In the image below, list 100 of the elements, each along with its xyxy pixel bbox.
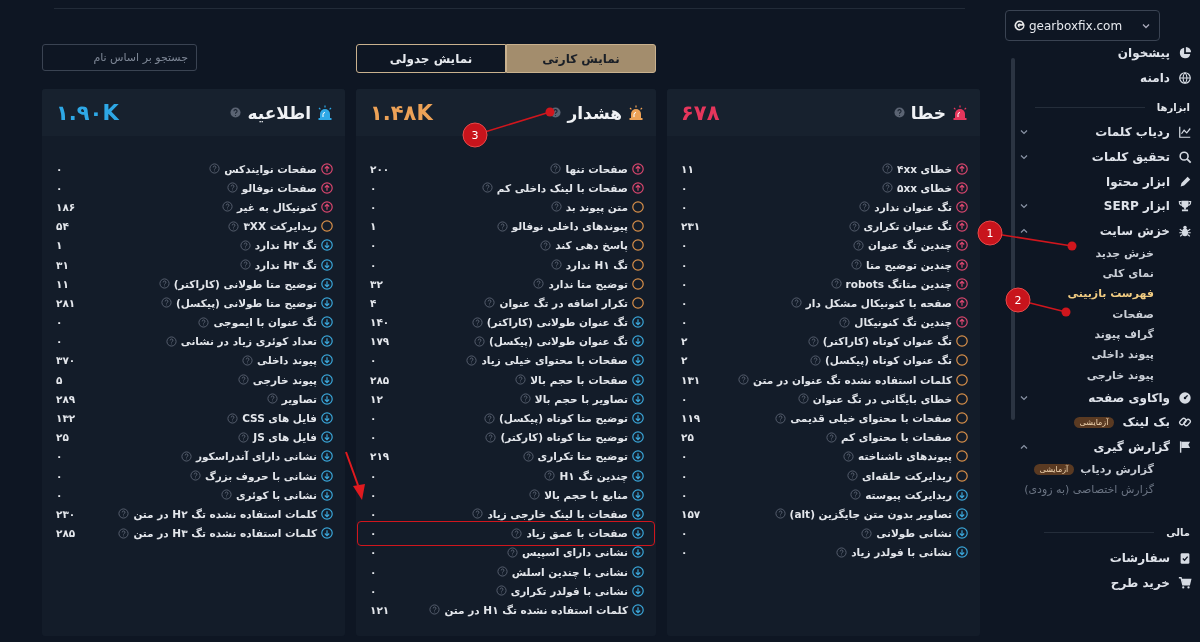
- issue-label[interactable]: تصاویر بدون متن جایگزین (alt): [789, 507, 952, 520]
- issue-label[interactable]: منابع با حجم بالا: [544, 488, 628, 501]
- issue-label[interactable]: پیوند خارجی: [252, 373, 317, 386]
- nav-subitem[interactable]: گراف پیوند: [1094, 328, 1154, 341]
- issue-label[interactable]: تگ عنوان طولانی (کاراکتر): [486, 316, 628, 329]
- help-icon[interactable]: [118, 508, 130, 520]
- help-icon[interactable]: [853, 239, 865, 251]
- issue-label[interactable]: فایل های CSS: [242, 412, 317, 425]
- help-icon[interactable]: [495, 585, 507, 597]
- nav-item[interactable]: خرید طرح: [1005, 570, 1192, 595]
- issue-label[interactable]: صفحات با محتوای کم: [840, 431, 952, 444]
- nav-subitem[interactable]: خزش جدید: [1095, 246, 1154, 260]
- nav-item[interactable]: واکاوی صفحه: [1005, 385, 1192, 410]
- help-icon[interactable]: [550, 163, 562, 175]
- help-icon[interactable]: [238, 431, 250, 443]
- issue-label[interactable]: نشانی با کوئری: [235, 488, 317, 501]
- issue-label[interactable]: توضیح متا ندارد: [548, 277, 628, 290]
- issue-label[interactable]: خطای ۴xx: [897, 162, 952, 175]
- nav-item[interactable]: ابزار محتوا: [1005, 169, 1192, 194]
- help-icon[interactable]: [790, 297, 802, 309]
- issue-label[interactable]: پیوند داخلی: [257, 354, 317, 367]
- issue-label[interactable]: تگ عنوان طولانی (پیکسل): [488, 335, 628, 348]
- help-icon[interactable]: [181, 450, 192, 462]
- help-icon[interactable]: [836, 546, 848, 558]
- issue-label[interactable]: تصاویر: [281, 392, 317, 405]
- help-icon[interactable]: [738, 374, 749, 386]
- issue-label[interactable]: تگ عنوان ندارد: [874, 200, 952, 213]
- help-icon[interactable]: [882, 163, 893, 175]
- help-icon[interactable]: [797, 393, 809, 405]
- help-icon[interactable]: [496, 566, 508, 578]
- help-icon[interactable]: [893, 107, 905, 118]
- issue-label[interactable]: فایل های JS: [253, 431, 317, 444]
- issue-label[interactable]: تگ عنوان تکراری: [863, 220, 952, 233]
- issue-label[interactable]: توضیح متا کوتاه (کارکتر): [500, 431, 628, 444]
- nav-item[interactable]: ابزار SERP: [1005, 193, 1192, 219]
- nav-item[interactable]: خزش سایت: [1005, 218, 1192, 244]
- help-icon[interactable]: [529, 489, 541, 501]
- view-tab[interactable]: نمایش جدولی: [356, 44, 506, 73]
- issue-label[interactable]: پیوندهای ناشناخته: [858, 450, 952, 463]
- help-icon[interactable]: [226, 182, 238, 194]
- issue-label[interactable]: تگ H۲ ندارد: [254, 239, 317, 252]
- nav-subitem[interactable]: صفحات: [1112, 307, 1154, 321]
- issue-label[interactable]: نشانی با فولدر تکراری: [510, 584, 628, 597]
- help-icon[interactable]: [830, 278, 842, 290]
- help-icon[interactable]: [239, 239, 251, 251]
- help-icon[interactable]: [118, 527, 130, 539]
- help-icon[interactable]: [861, 527, 873, 539]
- issue-label[interactable]: ریدایرکت پیوسته: [865, 488, 952, 501]
- help-icon[interactable]: [472, 508, 484, 520]
- help-icon[interactable]: [466, 354, 478, 366]
- help-icon[interactable]: [242, 354, 254, 366]
- issue-label[interactable]: کلمات استفاده نشده تگ H۳ در متن: [133, 527, 317, 540]
- nav-subitem[interactable]: پیوند خارجی: [1086, 368, 1154, 382]
- help-icon[interactable]: [540, 239, 552, 251]
- issue-label[interactable]: چندین تگ H۱: [559, 469, 628, 482]
- issue-label[interactable]: چندین توضیح متا: [866, 258, 952, 271]
- nav-item[interactable]: تحقیق کلمات: [1005, 144, 1192, 170]
- help-icon[interactable]: [882, 182, 893, 194]
- issue-label[interactable]: صفحات با لینک داخلی کم: [496, 181, 628, 194]
- help-icon[interactable]: [809, 354, 821, 366]
- issue-label[interactable]: تعداد کوئری زیاد در نشانی: [180, 335, 317, 348]
- issue-label[interactable]: توضیح متا طولانی (پیکسل): [175, 296, 317, 309]
- help-icon[interactable]: [519, 393, 531, 405]
- issue-label[interactable]: کلمات استفاده نشده تگ H۲ در متن: [133, 507, 317, 520]
- issue-label[interactable]: تگ H۳ ندارد: [254, 258, 317, 271]
- issue-label[interactable]: نشانی با چندین اسلش: [511, 565, 628, 578]
- nav-item[interactable]: گزارش گیری: [1005, 434, 1192, 459]
- help-icon[interactable]: [851, 259, 863, 271]
- help-icon[interactable]: [533, 278, 545, 290]
- issue-label[interactable]: توضیح متا طولانی (کاراکتر): [173, 277, 317, 290]
- help-icon[interactable]: [160, 297, 172, 309]
- issue-label[interactable]: صفحات با محتوای خیلی زیاد: [481, 354, 628, 367]
- issue-label[interactable]: تگ عنوان کوتاه (کاراکتر): [822, 335, 952, 348]
- help-icon[interactable]: [839, 316, 851, 328]
- help-icon[interactable]: [209, 163, 221, 175]
- issue-label[interactable]: تگ H۱ ندارد: [565, 258, 628, 271]
- nav-subitem[interactable]: پیوند داخلی: [1091, 348, 1154, 362]
- issue-label[interactable]: تکرار اضافه در تگ عنوان: [499, 296, 628, 309]
- issue-label[interactable]: صفحات با لینک خارجی زیاد: [487, 507, 628, 520]
- domain-selector[interactable]: gearboxfix.com: [1005, 10, 1160, 41]
- help-icon[interactable]: [515, 374, 527, 386]
- help-icon[interactable]: [158, 278, 170, 290]
- issue-label[interactable]: تصاویر با حجم بالا: [534, 392, 628, 405]
- issue-label[interactable]: صفحات با عمق زیاد: [526, 527, 628, 540]
- help-icon[interactable]: [484, 297, 496, 309]
- help-icon[interactable]: [239, 259, 251, 271]
- help-icon[interactable]: [230, 107, 242, 118]
- help-icon[interactable]: [550, 259, 562, 271]
- search-field[interactable]: جستجو بر اساس نام: [42, 44, 197, 71]
- help-icon[interactable]: [189, 470, 201, 482]
- help-icon[interactable]: [807, 335, 819, 347]
- issue-label[interactable]: صفحات نوفالو: [241, 181, 317, 194]
- issue-label[interactable]: کلمات استفاده نشده تگ H۱ در متن: [444, 603, 628, 616]
- help-icon[interactable]: [825, 431, 837, 443]
- help-icon[interactable]: [859, 201, 871, 213]
- help-icon[interactable]: [198, 316, 210, 328]
- issue-label[interactable]: چندین تگ عنوان: [868, 239, 952, 252]
- help-icon[interactable]: [550, 201, 562, 213]
- issue-label[interactable]: تگ عنوان کوتاه (پیکسل): [824, 354, 952, 367]
- issue-label[interactable]: کنونیکال به غیر: [237, 200, 317, 213]
